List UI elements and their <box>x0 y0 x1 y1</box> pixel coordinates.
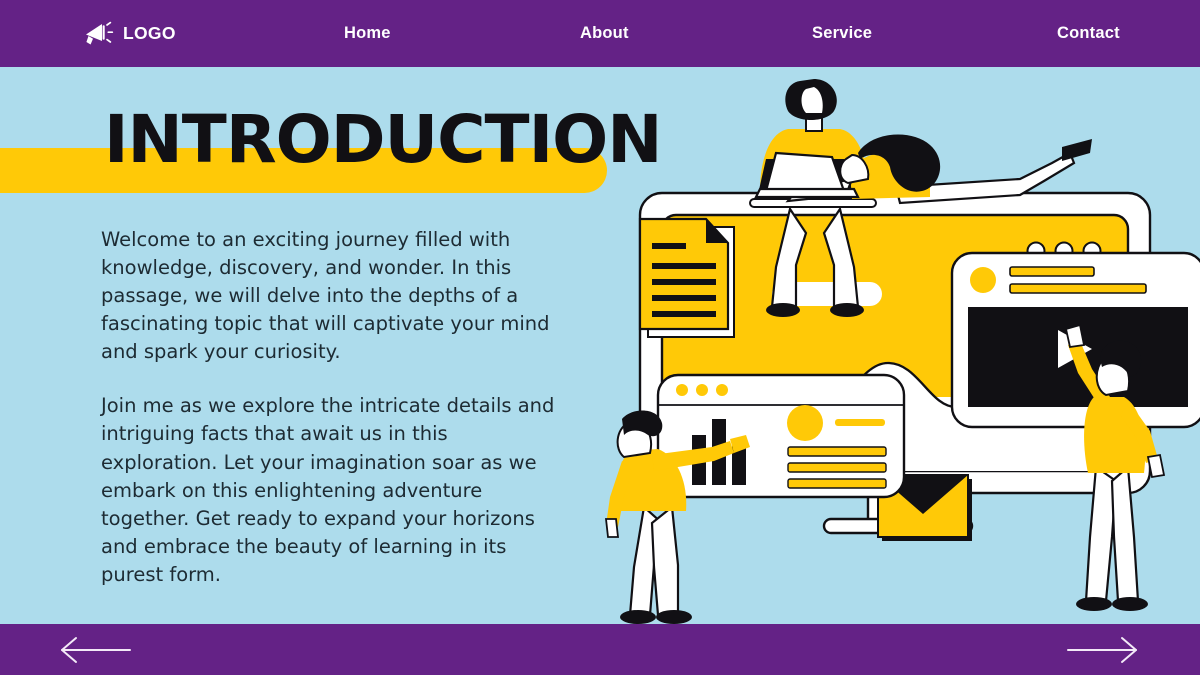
arrow-left-icon <box>56 635 134 665</box>
hero-illustration <box>600 67 1200 624</box>
intro-paragraph-1: Welcome to an exciting journey filled wi… <box>101 228 550 364</box>
footer-bar <box>0 624 1200 675</box>
intro-paragraph-2: Join me as we explore the intricate deta… <box>101 394 555 586</box>
logo[interactable]: LOGO <box>84 0 176 67</box>
logo-label: LOGO <box>123 23 176 43</box>
document-page-icon <box>638 217 735 338</box>
nav-item-service[interactable]: Service <box>812 0 872 67</box>
intro-copy: Welcome to an exciting journey filled wi… <box>101 226 556 589</box>
nav-item-about[interactable]: About <box>580 0 629 67</box>
nav-item-contact[interactable]: Contact <box>1057 0 1120 67</box>
dashboard-window <box>656 373 906 499</box>
top-navigation-bar: LOGO Home About Service Contact <box>0 0 1200 67</box>
next-slide-button[interactable] <box>1058 624 1148 675</box>
megaphone-icon <box>84 21 114 47</box>
page-title: INTRODUCTION <box>104 101 662 178</box>
previous-slide-button[interactable] <box>50 624 140 675</box>
arrow-right-icon <box>1064 635 1142 665</box>
nav-item-home[interactable]: Home <box>344 0 391 67</box>
